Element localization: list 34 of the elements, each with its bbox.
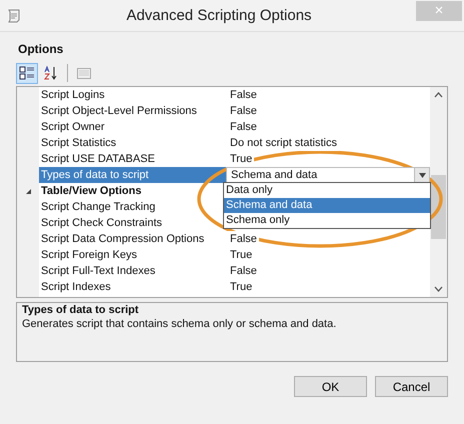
property-name[interactable]: Script Full-Text Indexes	[39, 263, 226, 279]
scroll-icon	[6, 8, 22, 24]
property-name[interactable]: Script Foreign Keys	[39, 247, 226, 263]
pages-icon	[76, 65, 92, 81]
expand-triangle-icon[interactable]	[24, 188, 32, 194]
property-name[interactable]: Script Indexes	[39, 279, 226, 295]
window-title: Advanced Scripting Options	[125, 7, 313, 24]
description-text: Generates script that contains schema only or schema and data.	[22, 318, 338, 330]
property-name[interactable]: Script Logins	[39, 87, 226, 103]
property-name[interactable]: Script Check Constraints	[39, 215, 226, 231]
categorized-button[interactable]	[16, 62, 38, 84]
property-name[interactable]: Script USE DATABASE	[39, 151, 226, 167]
property-name[interactable]: Script Owner	[39, 119, 226, 135]
value-dropdown[interactable]: Schema and data	[226, 166, 430, 184]
cancel-button[interactable]: Cancel	[375, 376, 448, 397]
property-name[interactable]: Script Change Tracking	[39, 199, 226, 215]
sort-icon	[43, 65, 59, 81]
dropdown-option[interactable]: Schema only	[224, 213, 430, 228]
ok-button[interactable]: OK	[294, 376, 367, 397]
categorized-icon	[19, 65, 35, 81]
dropdown-option[interactable]: Data only	[224, 183, 430, 198]
scroll-up-icon[interactable]	[434, 92, 443, 98]
section-title: Options	[18, 42, 64, 58]
property-name[interactable]: Script Statistics	[39, 135, 226, 151]
description-title: Types of data to script	[22, 304, 140, 316]
property-value[interactable]: True	[226, 151, 254, 167]
property-name[interactable]: Script Data Compression Options	[39, 231, 226, 247]
dropdown-option[interactable]: Schema and data	[224, 198, 430, 213]
category-label: Table/View Options	[40, 185, 142, 197]
caret-icon	[418, 172, 426, 178]
property-name[interactable]: Types of data to script	[39, 167, 226, 183]
property-name[interactable]: Script Object-Level Permissions	[39, 103, 226, 119]
scroll-down-icon[interactable]	[434, 286, 443, 292]
scrollbar[interactable]	[430, 87, 447, 297]
